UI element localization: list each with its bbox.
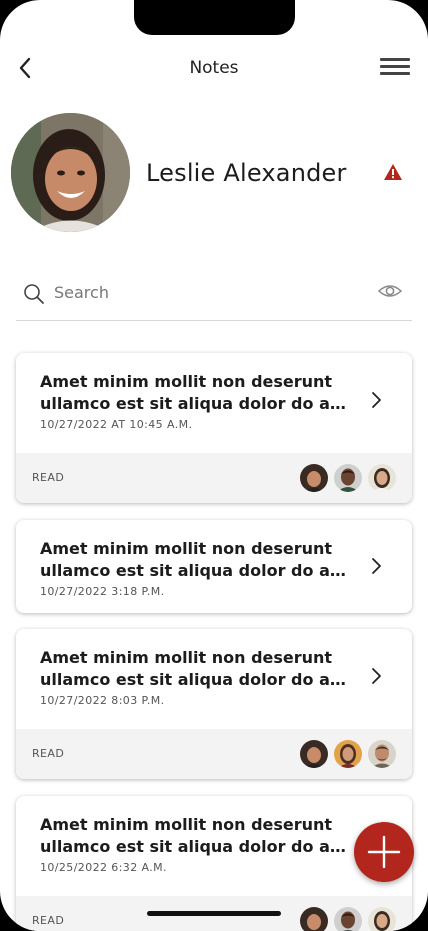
chevron-right-icon: [372, 668, 381, 684]
header-bar: Notes: [0, 44, 428, 92]
reader-avatars: [294, 740, 396, 768]
search-bar: [16, 270, 412, 321]
reader-avatar: [300, 907, 328, 931]
reader-avatar: [300, 464, 328, 492]
page-title: Notes: [189, 58, 239, 78]
reader-avatar: [334, 740, 362, 768]
reader-avatars: [294, 907, 396, 931]
note-card-footer: READ: [16, 453, 412, 503]
add-note-button[interactable]: [354, 822, 414, 882]
note-card-body[interactable]: Amet minim mollit non deserunt ullamco e…: [16, 796, 412, 896]
note-date: 10/27/2022 3:18 P.M.: [40, 585, 165, 598]
note-card[interactable]: Amet minim mollit non deserunt ullamco e…: [16, 629, 412, 779]
reader-avatar: [334, 907, 362, 931]
reader-avatar: [368, 907, 396, 931]
profile-avatar: [11, 113, 130, 232]
note-card-footer: READ: [16, 729, 412, 779]
chevron-right-icon: [372, 392, 381, 408]
profile-name: Leslie Alexander: [146, 159, 347, 187]
eye-icon[interactable]: [378, 282, 402, 300]
note-title: Amet minim mollit non deserunt ullamco e…: [40, 539, 355, 580]
read-status-label: READ: [32, 471, 65, 484]
note-card[interactable]: Amet minim mollit non deserunt ullamco e…: [16, 520, 412, 613]
note-title: Amet minim mollit non deserunt ullamco e…: [40, 648, 355, 689]
read-status-label: READ: [32, 914, 65, 927]
note-date: 10/25/2022 6:32 A.M.: [40, 861, 167, 874]
profile-section: Leslie Alexander: [11, 113, 417, 233]
reader-avatar: [334, 464, 362, 492]
note-title: Amet minim mollit non deserunt ullamco e…: [40, 372, 355, 413]
note-card-body[interactable]: Amet minim mollit non deserunt ullamco e…: [16, 629, 412, 729]
warning-triangle-icon[interactable]: [383, 163, 403, 181]
hamburger-menu-icon: [380, 58, 410, 61]
phone-screen: Notes Leslie Alexander Search Amet minim…: [0, 0, 428, 931]
device-notch: [134, 0, 295, 35]
home-indicator[interactable]: [147, 911, 281, 916]
search-icon: [24, 284, 44, 304]
search-input[interactable]: [54, 280, 354, 304]
note-date: 10/27/2022 AT 10:45 A.M.: [40, 418, 193, 431]
reader-avatar: [300, 740, 328, 768]
read-status-label: READ: [32, 747, 65, 760]
note-date: 10/27/2022 8:03 P.M.: [40, 694, 165, 707]
note-card-body[interactable]: Amet minim mollit non deserunt ullamco e…: [16, 520, 412, 613]
reader-avatar: [368, 740, 396, 768]
note-card-body[interactable]: Amet minim mollit non deserunt ullamco e…: [16, 353, 412, 453]
reader-avatar: [368, 464, 396, 492]
menu-button[interactable]: [380, 58, 412, 78]
plus-icon: [367, 835, 401, 869]
note-card[interactable]: Amet minim mollit non deserunt ullamco e…: [16, 353, 412, 503]
chevron-right-icon: [372, 558, 381, 574]
reader-avatars: [294, 464, 396, 492]
note-title: Amet minim mollit non deserunt ullamco e…: [40, 815, 355, 856]
